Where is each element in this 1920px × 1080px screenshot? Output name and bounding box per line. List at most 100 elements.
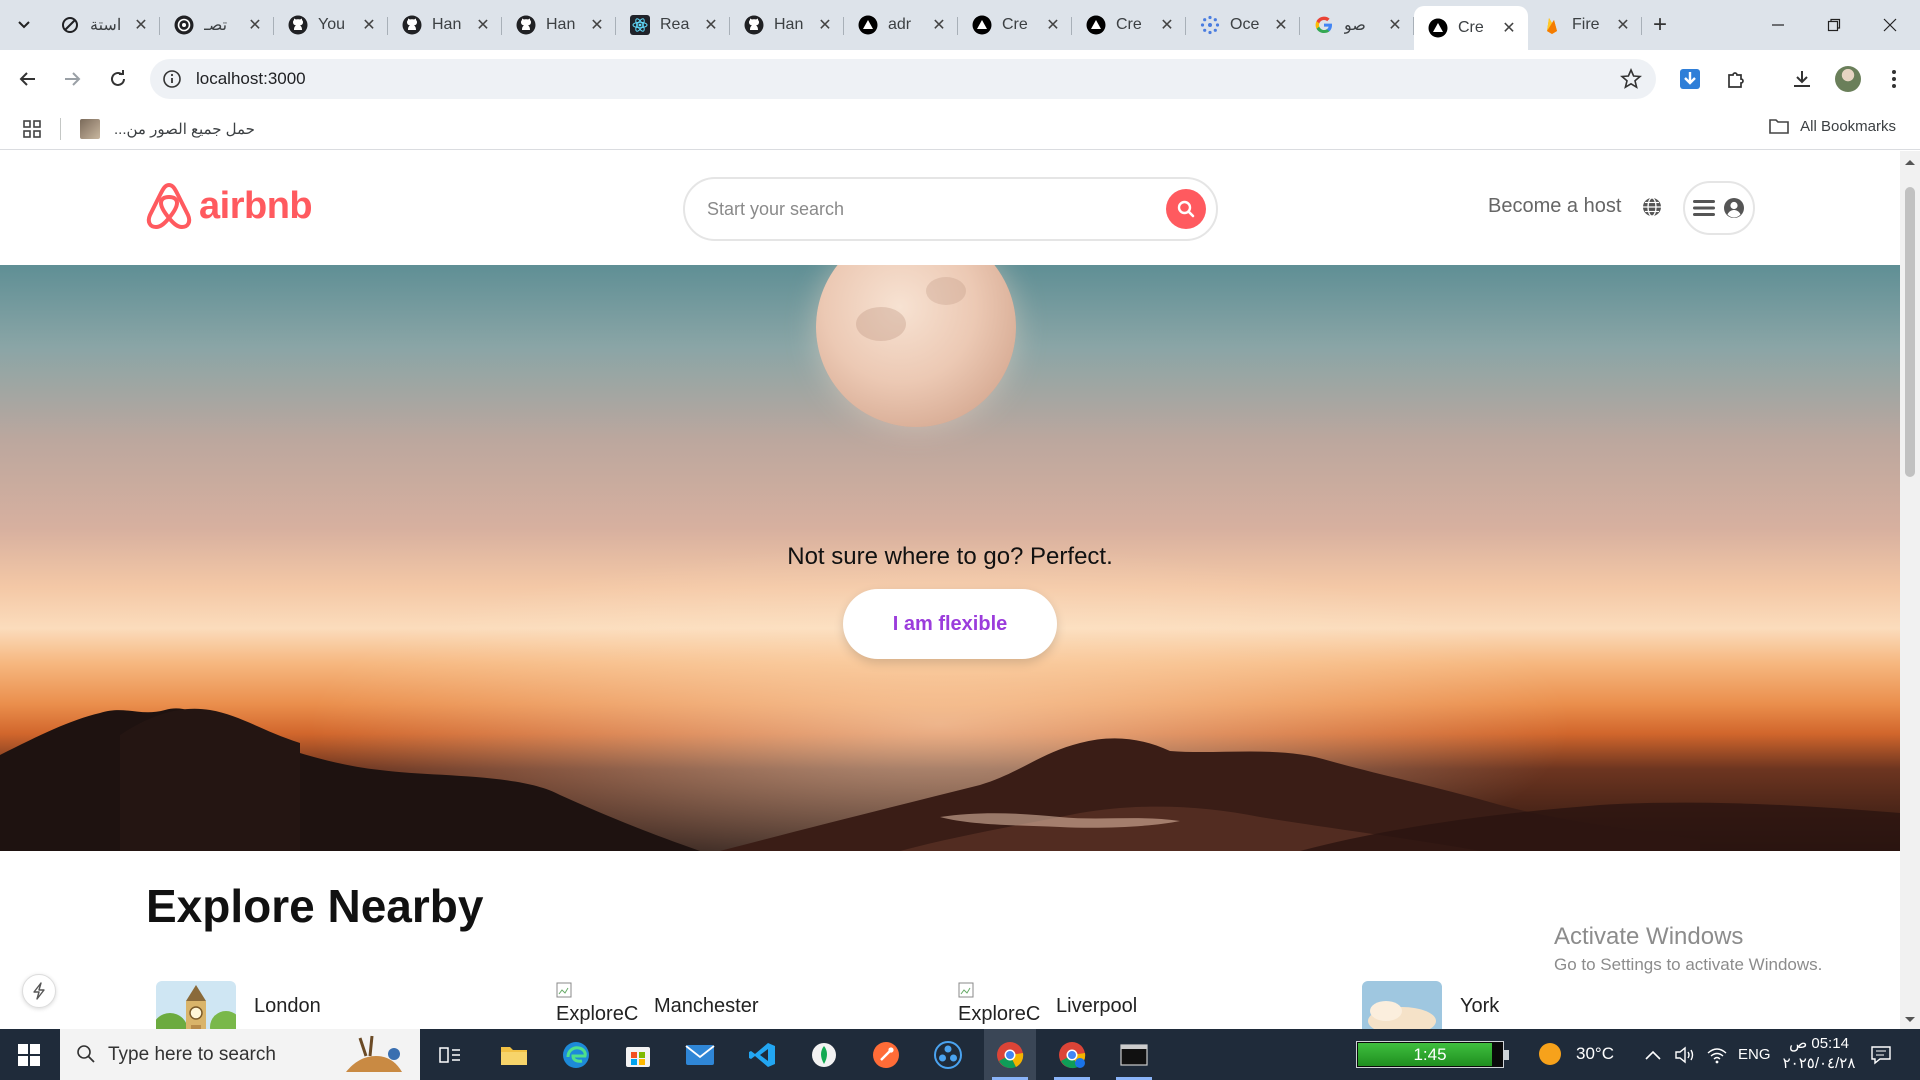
- browser-tab[interactable]: Rea ✕: [616, 6, 730, 44]
- windows-logo-icon: [18, 1043, 40, 1066]
- temperature-label[interactable]: 30°C: [1576, 1044, 1614, 1064]
- become-host-link[interactable]: Become a host: [1488, 195, 1621, 218]
- browser-tab[interactable]: You ✕: [274, 6, 388, 44]
- browser-tab[interactable]: صو ✕: [1300, 6, 1414, 44]
- browser-tab[interactable]: Cre ✕: [1072, 6, 1186, 44]
- browser-tab[interactable]: Cre ✕: [1414, 6, 1528, 50]
- search-bar[interactable]: [683, 177, 1218, 241]
- tab-title: Rea: [660, 16, 690, 33]
- lightning-icon: [33, 982, 45, 1000]
- microsoft-store-button[interactable]: [612, 1029, 664, 1080]
- edge-button[interactable]: [550, 1029, 602, 1080]
- bookmark-star-icon[interactable]: [1620, 68, 1642, 90]
- start-button[interactable]: [0, 1029, 58, 1080]
- user-menu-button[interactable]: [1683, 181, 1755, 235]
- weather-sun-icon[interactable]: [1538, 1042, 1562, 1066]
- address-bar[interactable]: localhost:3000: [150, 59, 1656, 99]
- apps-grid-icon[interactable]: [22, 119, 42, 139]
- new-tab-button[interactable]: +: [1642, 6, 1678, 44]
- close-tab-icon[interactable]: ✕: [474, 15, 492, 35]
- close-tab-icon[interactable]: ✕: [588, 15, 606, 35]
- search-button[interactable]: [1166, 189, 1206, 229]
- back-button[interactable]: [12, 63, 44, 95]
- tab-search-button[interactable]: [10, 11, 38, 39]
- idm-extension-button[interactable]: [1676, 65, 1704, 93]
- close-tab-icon[interactable]: ✕: [1500, 18, 1518, 38]
- browser-tab[interactable]: Han ✕: [730, 6, 844, 44]
- browser-tab[interactable]: Han ✕: [502, 6, 616, 44]
- close-tab-icon[interactable]: ✕: [1158, 15, 1176, 35]
- explore-card-liverpool[interactable]: ExploreC Liverpool: [958, 981, 1137, 1029]
- task-view-button[interactable]: [424, 1029, 476, 1080]
- tab-title: Oce: [1230, 16, 1260, 33]
- explore-card-london[interactable]: London: [156, 981, 321, 1029]
- close-tab-icon[interactable]: ✕: [360, 15, 378, 35]
- browser-tab[interactable]: adr ✕: [844, 6, 958, 44]
- i-am-flexible-button[interactable]: I am flexible: [843, 589, 1057, 659]
- chrome-menu-button[interactable]: [1880, 65, 1908, 93]
- refresh-circle-icon: [60, 15, 80, 35]
- close-tab-icon[interactable]: ✕: [816, 15, 834, 35]
- battery-nub: [1504, 1050, 1509, 1060]
- extensions-button[interactable]: [1722, 65, 1750, 93]
- profile-button[interactable]: [1834, 65, 1862, 93]
- restore-button[interactable]: [1806, 0, 1862, 50]
- file-explorer-button[interactable]: [488, 1029, 540, 1080]
- wifi-icon[interactable]: [1706, 1045, 1728, 1065]
- terminal-button[interactable]: [1108, 1029, 1160, 1080]
- postman-button[interactable]: [860, 1029, 912, 1080]
- search-icon: [77, 1045, 95, 1063]
- all-bookmarks-button[interactable]: All Bookmarks: [1768, 117, 1896, 135]
- search-input[interactable]: [707, 195, 1127, 223]
- browser-tab[interactable]: Han ✕: [388, 6, 502, 44]
- scroll-down-arrow-icon[interactable]: [1900, 1013, 1920, 1027]
- browser-tab[interactable]: Cre ✕: [958, 6, 1072, 44]
- close-window-button[interactable]: [1862, 0, 1918, 50]
- bookmark-item[interactable]: حمل جميع الصور من...: [80, 117, 255, 141]
- downloads-button[interactable]: [1788, 65, 1816, 93]
- close-tab-icon[interactable]: ✕: [1272, 15, 1290, 35]
- chrome-button[interactable]: [984, 1029, 1036, 1080]
- flower-app-icon: [934, 1040, 962, 1069]
- scroll-up-arrow-icon[interactable]: [1900, 155, 1920, 169]
- language-indicator[interactable]: ENG: [1738, 1046, 1771, 1063]
- close-tab-icon[interactable]: ✕: [1614, 15, 1632, 35]
- explore-card-manchester[interactable]: ExploreC Manchester: [556, 981, 759, 1029]
- url-text[interactable]: localhost:3000: [196, 69, 306, 89]
- close-tab-icon[interactable]: ✕: [132, 15, 150, 35]
- globe-icon[interactable]: [1641, 196, 1663, 218]
- forward-button[interactable]: [56, 63, 88, 95]
- chevron-up-icon[interactable]: [1644, 1049, 1662, 1061]
- mongodb-compass-button[interactable]: [798, 1029, 850, 1080]
- battery-timer-widget[interactable]: 1:45: [1356, 1041, 1509, 1068]
- york-thumbnail: [1362, 981, 1442, 1029]
- browser-tab[interactable]: Oce ✕: [1186, 6, 1300, 44]
- reload-button[interactable]: [102, 63, 134, 95]
- taskbar-search-box[interactable]: Type here to search: [60, 1029, 420, 1080]
- notification-icon[interactable]: [1870, 1045, 1892, 1065]
- vscode-button[interactable]: [736, 1029, 788, 1080]
- browser-tab[interactable]: تصـ ✕: [160, 6, 274, 44]
- chrome-profile-button[interactable]: [1046, 1029, 1098, 1080]
- volume-icon[interactable]: [1674, 1045, 1696, 1065]
- airbnb-logo[interactable]: airbnb: [145, 181, 313, 231]
- mail-icon: [685, 1044, 715, 1065]
- minimize-button[interactable]: [1750, 0, 1806, 50]
- floating-action-button[interactable]: [22, 974, 56, 1008]
- close-tab-icon[interactable]: ✕: [930, 15, 948, 35]
- site-info-icon[interactable]: [162, 69, 182, 89]
- davinci-app-button[interactable]: [922, 1029, 974, 1080]
- close-tab-icon[interactable]: ✕: [1386, 15, 1404, 35]
- browser-tab[interactable]: Fire ✕: [1528, 6, 1642, 44]
- scroll-thumb[interactable]: [1905, 187, 1915, 477]
- page-scrollbar[interactable]: [1900, 151, 1920, 1029]
- activate-subtitle: Go to Settings to activate Windows.: [1554, 955, 1823, 974]
- browser-tab[interactable]: استة ✕: [46, 6, 160, 44]
- task-view-icon: [439, 1046, 460, 1063]
- clock[interactable]: 05:14 ص ٢٠٢٥/٠٤/٢٨: [1776, 1034, 1862, 1074]
- close-tab-icon[interactable]: ✕: [1044, 15, 1062, 35]
- mail-button[interactable]: [674, 1029, 726, 1080]
- explore-card-york[interactable]: York: [1362, 981, 1499, 1029]
- close-tab-icon[interactable]: ✕: [702, 15, 720, 35]
- close-tab-icon[interactable]: ✕: [246, 15, 264, 35]
